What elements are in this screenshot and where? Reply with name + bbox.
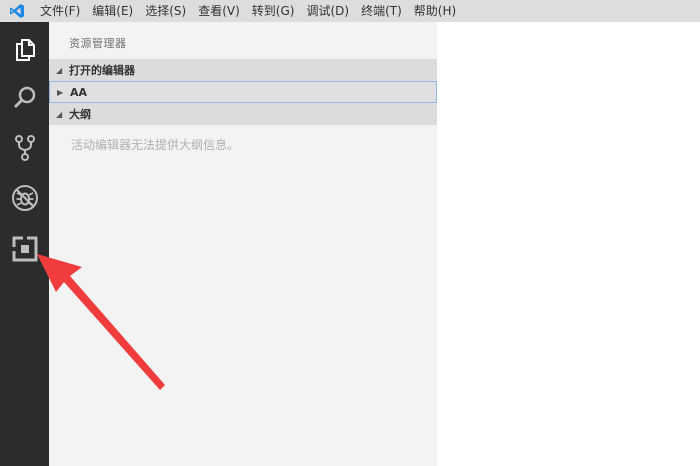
outline-label: 大纲 [69,108,91,121]
search-icon[interactable] [0,76,49,120]
outline-section-header[interactable]: ◢ 大纲 [49,103,437,125]
menu-view[interactable]: 查看(V) [192,0,246,22]
chevron-down-icon: ◢ [56,65,63,75]
source-control-icon[interactable] [0,126,49,170]
menu-edit[interactable]: 编辑(E) [86,0,139,22]
sidebar-title: 资源管理器 [69,37,127,50]
chevron-down-icon: ◢ [56,109,63,119]
folder-label: AA [70,85,88,99]
open-editors-label: 打开的编辑器 [69,64,135,77]
explorer-sidebar: 资源管理器 ◢ 打开的编辑器 ▶ AA ◢ 大纲 活动编辑器无法提供大纲信息。 [49,22,437,466]
menu-selection[interactable]: 选择(S) [139,0,192,22]
menu-help[interactable]: 帮助(H) [408,0,462,22]
menu-debug[interactable]: 调试(D) [300,0,355,22]
editor-area[interactable] [437,22,700,466]
menu-file[interactable]: 文件(F) [34,0,86,22]
extensions-icon[interactable] [0,227,49,271]
open-editors-section-header[interactable]: ◢ 打开的编辑器 [49,59,437,81]
folder-section-header[interactable]: ▶ AA [49,81,437,103]
menu-bar: 文件(F) 编辑(E) 选择(S) 查看(V) 转到(G) 调试(D) 终端(T… [0,0,700,22]
menu-go[interactable]: 转到(G) [246,0,301,22]
chevron-right-icon: ▶ [57,87,64,97]
debug-icon[interactable] [0,176,49,220]
outline-empty-message: 活动编辑器无法提供大纲信息。 [71,138,240,152]
explorer-icon[interactable] [0,28,49,72]
menu-terminal[interactable]: 终端(T) [355,0,408,22]
vscode-logo-icon [0,0,34,22]
activity-bar [0,22,49,466]
